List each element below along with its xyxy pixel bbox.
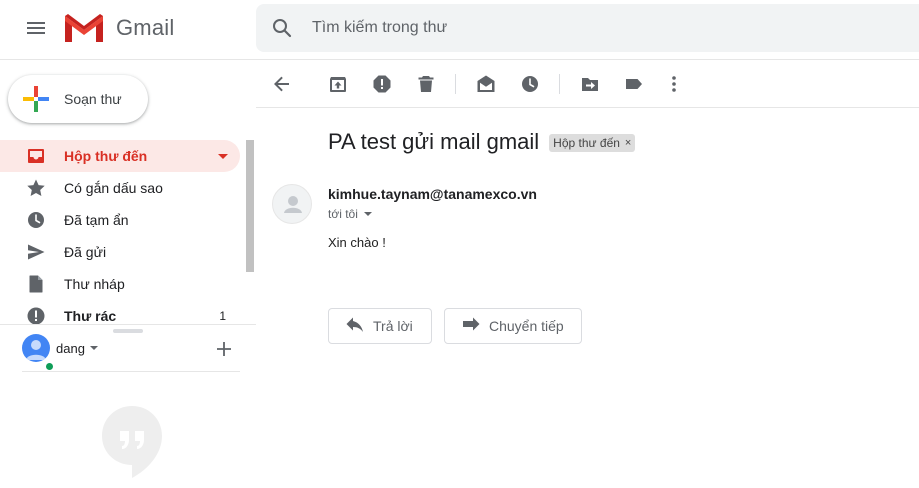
inbox-icon: [28, 149, 44, 163]
search-input[interactable]: [312, 16, 872, 40]
inbox-label-chip[interactable]: Hộp thư đến ×: [549, 134, 636, 152]
forward-button[interactable]: Chuyển tiếp: [444, 308, 582, 344]
sidebar-nav: Hộp thư đến Có gắn dấu sao Đã tạm ẩn Đã …: [0, 140, 256, 324]
sidebar-item-drafts[interactable]: Thư nháp: [0, 268, 240, 300]
app-header: Gmail: [0, 0, 919, 60]
archive-button[interactable]: [326, 72, 350, 96]
sidebar-scrollbar[interactable]: [246, 140, 254, 272]
snooze-icon: [522, 76, 538, 92]
clock-icon: [28, 212, 44, 228]
report-spam-button[interactable]: [370, 72, 394, 96]
more-options-button[interactable]: [662, 72, 686, 96]
chevron-down-icon: [89, 346, 98, 350]
divider: [22, 371, 240, 372]
search-icon[interactable]: [270, 16, 294, 40]
search-bar[interactable]: [256, 4, 919, 52]
star-icon: [27, 179, 45, 196]
back-arrow-icon: [274, 76, 289, 92]
sidebar-item-label: Thư rác: [64, 308, 117, 324]
sidebar-item-sent[interactable]: Đã gửi: [0, 236, 240, 268]
toolbar-divider: [455, 74, 456, 94]
reply-icon: [346, 317, 363, 332]
forward-icon: [463, 317, 480, 331]
label-icon: [626, 79, 642, 89]
move-to-button[interactable]: [578, 72, 602, 96]
sidebar-item-label: Có gắn dấu sao: [64, 180, 163, 196]
message-subject: PA test gửi mail gmail: [328, 129, 540, 154]
message-toolbar: [256, 60, 919, 108]
plus-icon: [23, 86, 49, 112]
mark-unread-button[interactable]: [474, 72, 498, 96]
snooze-button[interactable]: [518, 72, 542, 96]
message-body: Xin chào !: [328, 235, 386, 250]
message-header: PA test gửi mail gmail Hộp thư đến ×: [328, 127, 636, 157]
mark-unread-icon: [477, 75, 495, 92]
main-menu-button[interactable]: [16, 8, 56, 48]
person-icon: [284, 196, 302, 213]
hangouts-user[interactable]: dang: [22, 333, 98, 372]
gmail-logo-icon[interactable]: [64, 12, 104, 44]
move-to-icon: [582, 78, 598, 91]
hangouts-quote-icon: [102, 406, 162, 478]
delete-icon: [418, 76, 434, 92]
recipient-label: tới tôi: [328, 207, 358, 221]
spam-icon: [27, 307, 45, 324]
sidebar-item-label: Hộp thư đến: [64, 148, 148, 164]
more-vert-icon: [672, 76, 676, 92]
sidebar-item-label: Đã gửi: [64, 244, 107, 260]
hangouts-user-name: dang: [56, 340, 85, 356]
sidebar-item-inbox[interactable]: Hộp thư đến: [0, 140, 240, 172]
reply-label: Trả lời: [373, 318, 413, 334]
hangouts-panel: dang: [0, 324, 256, 488]
add-icon[interactable]: [212, 337, 236, 361]
label-chip-text: Hộp thư đến: [553, 136, 620, 150]
toolbar-divider: [559, 74, 560, 94]
recipient-details[interactable]: tới tôi: [328, 207, 372, 221]
person-icon: [26, 340, 46, 360]
report-spam-icon: [373, 75, 391, 93]
sender-avatar[interactable]: [272, 184, 312, 224]
sidebar-item-snoozed[interactable]: Đã tạm ẩn: [0, 204, 240, 236]
chevron-down-icon: [363, 212, 372, 216]
send-icon: [28, 244, 45, 260]
app-name: Gmail: [116, 15, 175, 40]
avatar: [22, 334, 50, 362]
compose-button[interactable]: Soạn thư: [8, 75, 148, 123]
sidebar-item-spam[interactable]: Thư rác 1: [0, 300, 240, 324]
chevron-down-icon[interactable]: [218, 154, 228, 159]
sidebar-item-label: Thư nháp: [64, 276, 125, 292]
unread-count: 1: [219, 309, 226, 323]
sidebar-item-starred[interactable]: Có gắn dấu sao: [0, 172, 240, 204]
sender-email[interactable]: kimhue.taynam@tanamexco.vn: [328, 186, 537, 202]
delete-button[interactable]: [414, 72, 438, 96]
sidebar-item-label: Đã tạm ẩn: [64, 212, 129, 228]
drag-handle[interactable]: [113, 329, 143, 333]
forward-label: Chuyển tiếp: [489, 318, 564, 334]
close-icon[interactable]: ×: [625, 137, 631, 149]
reply-button[interactable]: Trả lời: [328, 308, 432, 344]
draft-icon: [29, 275, 43, 293]
back-button[interactable]: [270, 72, 294, 96]
compose-label: Soạn thư: [64, 91, 122, 107]
hamburger-menu-icon: [27, 22, 45, 34]
label-button[interactable]: [622, 72, 646, 96]
archive-icon: [330, 77, 346, 92]
